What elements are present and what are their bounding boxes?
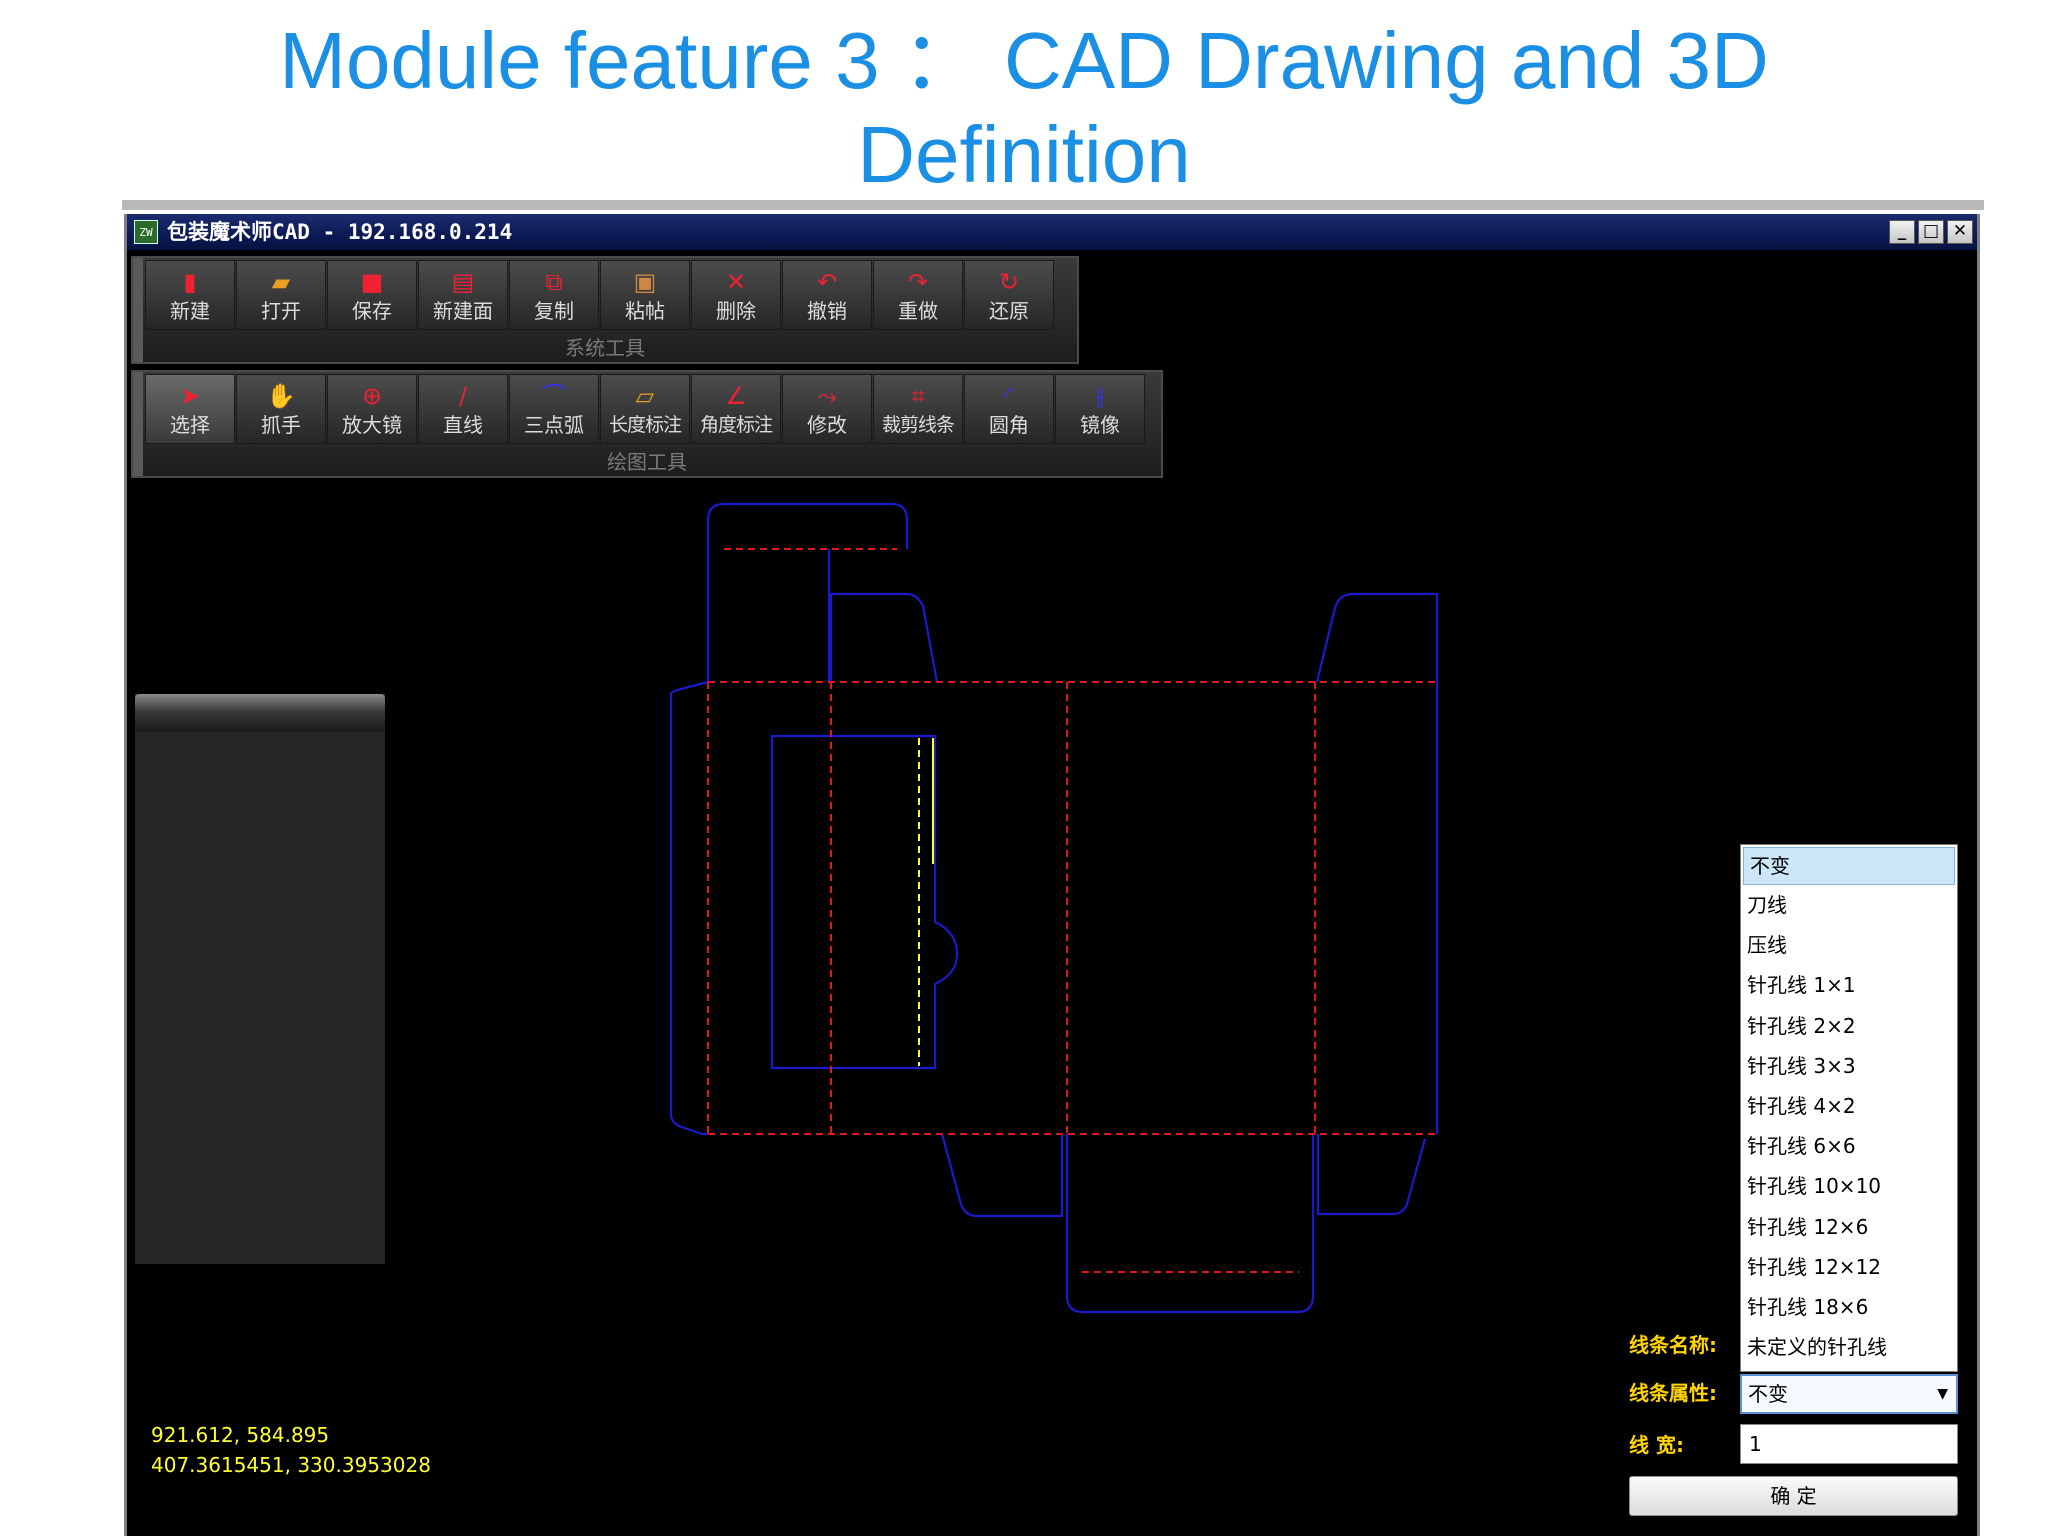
line-type-dropdown-list: 不变 刀线 压线 针孔线 1×1 针孔线 2×2 针孔线 3×3 针孔线 4×2… (1740, 844, 1958, 1372)
slide-title-line2: Definition (857, 110, 1191, 199)
dropdown-option[interactable]: 针孔线 1×1 (1741, 965, 1957, 1005)
dropdown-option[interactable]: 针孔线 10×10 (1741, 1166, 1957, 1206)
slide-title-line1: Module feature 3 ： CAD Drawing and 3D (279, 16, 1769, 105)
top-tuck-flap (706, 502, 909, 549)
bottom-tuck-flap (1065, 1274, 1315, 1314)
world-coordinates: 407.3615451, 330.3953028 (151, 1453, 431, 1477)
coordinates-readout: 921.612, 584.895 407.3615451, 330.395302… (151, 1420, 431, 1480)
line-name-label: 线条名称: (1629, 1333, 1717, 1357)
line-attribute-label: 线条属性: (1629, 1381, 1717, 1405)
window-cutout (770, 734, 959, 1070)
confirm-button[interactable]: 确 定 (1629, 1476, 1958, 1516)
line-attribute-select[interactable]: 不变 ▼ (1740, 1374, 1958, 1414)
cursor-coordinates: 921.612, 584.895 (151, 1423, 330, 1447)
line-width-label: 线 宽: (1629, 1433, 1684, 1457)
glue-flap (669, 680, 709, 1136)
dropdown-option[interactable]: 刀线 (1741, 885, 1957, 925)
dropdown-option[interactable]: 针孔线 2×2 (1741, 1006, 1957, 1046)
dust-flap-right (1315, 592, 1439, 683)
dropdown-option[interactable]: 压线 (1741, 925, 1957, 965)
dropdown-option[interactable]: 针孔线 12×12 (1741, 1247, 1957, 1287)
top-closure-panel (706, 549, 831, 682)
line-width-input[interactable]: 1 (1740, 1424, 1958, 1464)
dropdown-option[interactable]: 针孔线 4×2 (1741, 1086, 1957, 1126)
bottom-flap-left (940, 1133, 1064, 1218)
slide-divider (122, 200, 1984, 210)
dropdown-option[interactable]: 未定义的针孔线 (1741, 1327, 1957, 1367)
slide-title: Module feature 3 ： CAD Drawing and 3D De… (0, 14, 2048, 202)
dust-flap-left (829, 592, 939, 683)
line-attribute-value: 不变 (1748, 1382, 1788, 1406)
dropdown-option[interactable]: 针孔线 12×6 (1741, 1207, 1957, 1247)
dropdown-option[interactable]: 不变 (1743, 847, 1955, 885)
chevron-down-icon[interactable]: ▼ (1937, 1376, 1948, 1412)
dropdown-option[interactable]: 针孔线 18×6 (1741, 1287, 1957, 1327)
cad-window: ZW 包装魔术师CAD - 192.168.0.214 _ □ ✕ ▮ 新建 ▰… (124, 214, 1980, 1536)
bottom-flap-right (1316, 1134, 1427, 1216)
dropdown-option[interactable]: 针孔线 6×6 (1741, 1126, 1957, 1166)
dropdown-option[interactable]: 针孔线 3×3 (1741, 1046, 1957, 1086)
